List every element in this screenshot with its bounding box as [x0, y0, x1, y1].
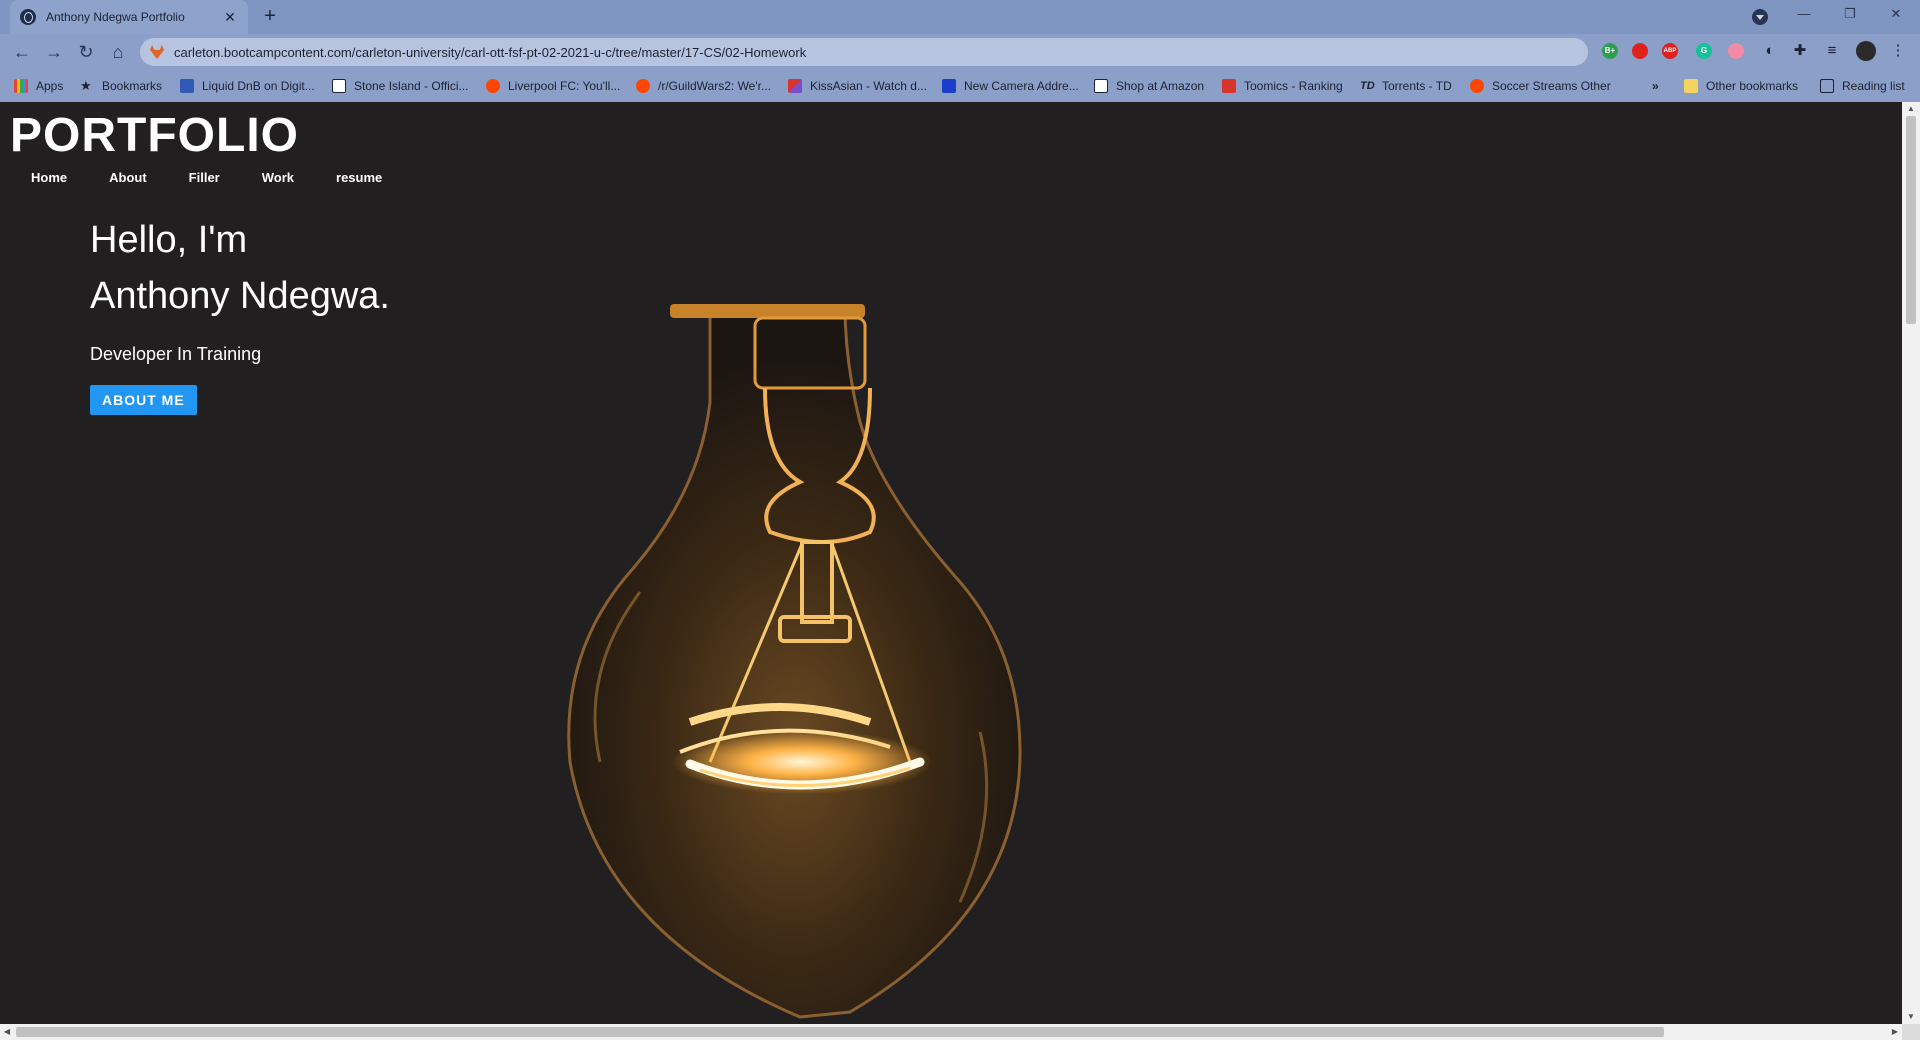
vertical-scrollbar[interactable]: ▲ ▼	[1902, 102, 1920, 1024]
scroll-down-arrow[interactable]: ▼	[1902, 1010, 1920, 1024]
back-button[interactable]: ←	[10, 40, 34, 64]
bookmarks-bar: Apps ★ Bookmarks Liquid DnB on Digit... …	[0, 70, 1920, 102]
dark-mode-extension-icon[interactable]: ◐	[1760, 40, 1780, 62]
bookmark-soccer-streams[interactable]: Soccer Streams Other	[1470, 78, 1611, 94]
hero-name: Anthony Ndegwa.	[90, 275, 390, 317]
scrollbar-corner	[1902, 1024, 1920, 1040]
browser-toolbar: ← → ↻ ⌂ carleton.bootcampcontent.com/car…	[0, 34, 1920, 70]
globe-icon	[20, 9, 36, 25]
nav-home[interactable]: Home	[10, 168, 88, 188]
bookmarks-overflow-button[interactable]: »	[1652, 78, 1659, 94]
menu-kebab-icon[interactable]: ⋮	[1888, 40, 1908, 62]
hero-section: Hello, I'm Anthony Ndegwa. Developer In …	[90, 212, 390, 415]
tab-close-icon[interactable]: ✕	[222, 9, 238, 26]
main-nav: Home About Filler Work resume	[10, 168, 403, 188]
toomics-icon	[1222, 79, 1236, 93]
horizontal-scroll-thumb[interactable]	[16, 1027, 1664, 1037]
bookmark-other[interactable]: Other bookmarks	[1684, 78, 1798, 94]
apps-grid-icon	[14, 79, 28, 93]
profile-avatar[interactable]	[1856, 41, 1876, 61]
record-extension-icon[interactable]	[1728, 43, 1744, 59]
new-tab-button[interactable]: +	[258, 5, 282, 29]
gitlab-icon	[150, 45, 164, 59]
digitally-imported-icon	[180, 79, 194, 93]
reload-button[interactable]: ↻	[74, 40, 98, 64]
media-control-icon[interactable]: ≡	[1822, 40, 1842, 62]
minimize-button[interactable]: —	[1794, 6, 1814, 21]
bookmark-new-camera[interactable]: New Camera Addre...	[942, 78, 1079, 94]
reddit-icon	[486, 79, 500, 93]
nav-resume[interactable]: resume	[315, 168, 403, 188]
close-window-button[interactable]: ✕	[1886, 6, 1906, 22]
tab-title: Anthony Ndegwa Portfolio	[46, 10, 185, 24]
vertical-scroll-thumb[interactable]	[1906, 116, 1916, 324]
restore-button[interactable]: ❐	[1840, 6, 1860, 22]
nav-filler[interactable]: Filler	[168, 168, 241, 188]
bookmark-apps[interactable]: Apps	[14, 78, 63, 94]
bookmark-bookmarks[interactable]: ★ Bookmarks	[80, 78, 162, 94]
browser-chrome: Anthony Ndegwa Portfolio ✕ + — ❐ ✕ ← → ↻…	[0, 0, 1920, 102]
reddit-icon	[1470, 79, 1484, 93]
about-me-button[interactable]: ABOUT ME	[90, 385, 197, 415]
grammarly-extension-icon[interactable]: G	[1696, 43, 1712, 59]
home-button[interactable]: ⌂	[106, 40, 130, 64]
extensions-puzzle-icon[interactable]: ✚	[1790, 40, 1810, 62]
scroll-right-arrow[interactable]: ▶	[1888, 1024, 1902, 1040]
address-bar[interactable]: carleton.bootcampcontent.com/carleton-un…	[140, 38, 1588, 66]
td-icon: TD	[1360, 80, 1375, 92]
kissasian-icon	[788, 79, 802, 93]
nav-about[interactable]: About	[88, 168, 168, 188]
url-text[interactable]: carleton.bootcampcontent.com/carleton-un…	[174, 45, 806, 60]
bookmark-kissasian[interactable]: KissAsian - Watch d...	[788, 78, 927, 94]
bplus-extension-icon[interactable]: B+	[1602, 43, 1618, 59]
light-bulb-image	[567, 304, 1022, 1019]
adblock-extension-icon[interactable]	[1632, 43, 1648, 59]
folder-icon	[1684, 79, 1698, 93]
scroll-left-arrow[interactable]: ◀	[0, 1024, 14, 1040]
nav-work[interactable]: Work	[241, 168, 315, 188]
reading-list-icon	[1820, 79, 1834, 93]
bookmark-stone-island[interactable]: Stone Island - Offici...	[332, 78, 469, 94]
compass-icon	[332, 79, 346, 93]
bookmark-amazon[interactable]: Shop at Amazon	[1094, 78, 1204, 94]
portfolio-page: PORTFOLIO Home About Filler Work resume …	[0, 102, 1902, 1024]
amazon-icon	[1094, 79, 1108, 93]
hero-greeting: Hello, I'm	[90, 219, 248, 261]
scroll-up-arrow[interactable]: ▲	[1902, 102, 1920, 116]
bookmark-guildwars[interactable]: /r/GuildWars2: We'r...	[636, 78, 771, 94]
browser-tab[interactable]: Anthony Ndegwa Portfolio ✕	[10, 0, 248, 34]
tab-strip: Anthony Ndegwa Portfolio ✕ + — ❐ ✕	[0, 0, 1920, 34]
bookmark-toomics[interactable]: Toomics - Ranking	[1222, 78, 1343, 94]
bookmark-torrents[interactable]: TD Torrents - TD	[1360, 78, 1452, 94]
hero-subtitle: Developer In Training	[90, 344, 262, 364]
horizontal-scrollbar[interactable]: ◀ ▶	[0, 1024, 1902, 1040]
abp-extension-icon[interactable]: ABP	[1662, 43, 1678, 59]
reading-list-button[interactable]: Reading list	[1820, 78, 1905, 94]
tab-search-icon[interactable]	[1752, 9, 1768, 25]
forward-button[interactable]: →	[42, 40, 66, 64]
bookmark-liquid-dnb[interactable]: Liquid DnB on Digit...	[180, 78, 315, 94]
bookmark-liverpool[interactable]: Liverpool FC: You'll...	[486, 78, 620, 94]
reddit-icon	[636, 79, 650, 93]
camera-site-icon	[942, 79, 956, 93]
site-brand[interactable]: PORTFOLIO	[10, 108, 299, 163]
star-icon: ★	[80, 78, 92, 93]
